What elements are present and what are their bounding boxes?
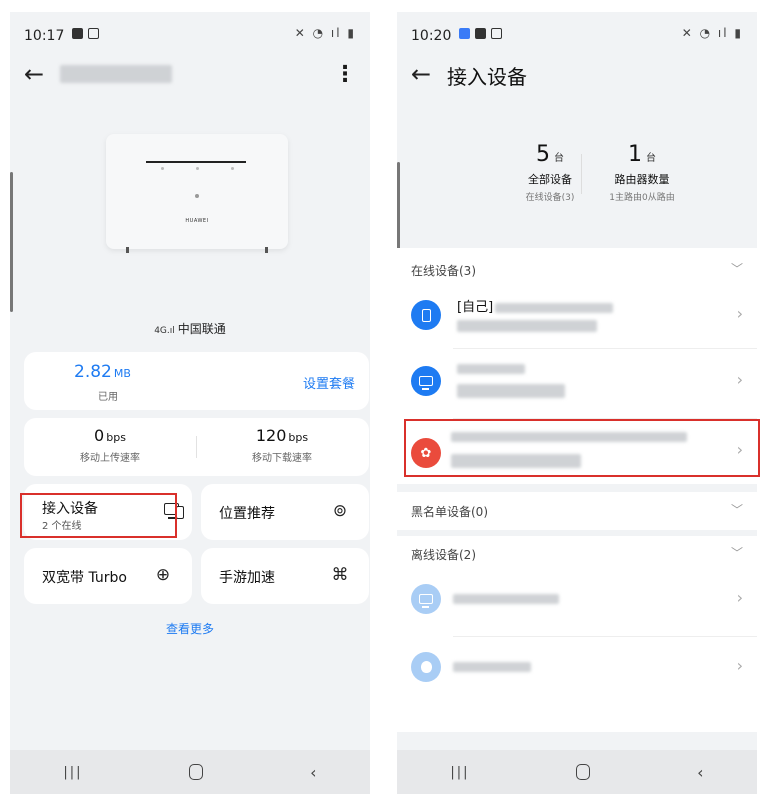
- app-notification-icon: [459, 28, 470, 39]
- router-count-stat[interactable]: 1台 路由器数量 1主路由0从路由: [587, 142, 697, 203]
- chevron-right-icon[interactable]: ›: [737, 656, 743, 675]
- router-brand: HUAWEI: [185, 218, 209, 224]
- monitor-device-icon: [411, 366, 441, 396]
- router-name-blurred: [60, 61, 172, 88]
- game-acceleration-tile[interactable]: 手游加速 ⌘: [201, 548, 369, 604]
- monitor-device-icon: [411, 584, 441, 614]
- speed-card: 0 bps 移动上传速率 120 bps 移动下载速率: [24, 418, 369, 476]
- location-recommend-tile[interactable]: 位置推荐 ⊚: [201, 484, 369, 540]
- turbo-icon: ⊕: [155, 565, 171, 585]
- signal-4g-icon: 4G.ıl: [154, 326, 175, 336]
- status-bar: 10:20 ✕ ◔ ıl ▮: [397, 12, 757, 52]
- router-image: HUAWEI: [106, 134, 288, 253]
- gallery-notification-icon: [491, 28, 502, 39]
- chevron-down-icon[interactable]: ﹀: [731, 544, 743, 561]
- device-detail-blurred: [457, 320, 597, 332]
- device-stats: 5台 全部设备 在线设备(3) 1台 路由器数量 1主路由0从路由: [397, 102, 757, 240]
- highlight-box: [20, 493, 177, 538]
- more-options-icon[interactable]: ⋮: [334, 62, 356, 87]
- check-notification-icon: [475, 28, 486, 39]
- system-status-icons: ✕ ◔ ıl ▮: [681, 26, 743, 40]
- chevron-right-icon[interactable]: ›: [737, 304, 743, 323]
- gallery-notification-icon: [88, 28, 99, 39]
- back-arrow-icon[interactable]: ←: [411, 60, 431, 88]
- view-more-link[interactable]: 查看更多: [10, 620, 370, 637]
- set-plan-link[interactable]: 设置套餐: [303, 373, 355, 392]
- system-status-icons: ✕ ◔ ıl ▮: [294, 26, 356, 40]
- home-button[interactable]: [576, 764, 591, 780]
- blacklist-header: 黑名单设备(0): [411, 505, 488, 519]
- apple-device-icon: [411, 652, 441, 682]
- device-detail-blurred: [457, 384, 565, 398]
- status-time: 10:20: [411, 28, 452, 44]
- device-name-blurred: [453, 594, 559, 604]
- data-usage-card[interactable]: 2.82 MB 已用 设置套餐: [24, 352, 369, 410]
- app-bar: ← ⋮: [10, 56, 370, 96]
- phone-device-icon: [411, 300, 441, 330]
- chevron-right-icon[interactable]: ›: [737, 370, 743, 389]
- back-button[interactable]: ‹: [310, 763, 316, 782]
- back-button[interactable]: ‹: [697, 763, 703, 782]
- upload-speed: 0 bps 移动上传速率: [80, 426, 140, 464]
- device-name-blurred: [457, 364, 525, 374]
- app-bar: ← 接入设备: [397, 56, 757, 96]
- notification-icons: [459, 28, 502, 39]
- carrier-name: 中国联通: [177, 322, 226, 336]
- carrier-info: 4G.ıl 中国联通: [10, 320, 370, 337]
- check-notification-icon: [72, 28, 83, 39]
- self-tag: [自己]: [457, 300, 494, 315]
- back-arrow-icon[interactable]: ←: [24, 60, 44, 88]
- recents-button[interactable]: |||: [63, 765, 82, 780]
- dual-broadband-turbo-tile[interactable]: 双宽带 Turbo ⊕: [24, 548, 192, 604]
- phone-screen-router-home: 10:17 ✕ ◔ ıl ▮ ← ⋮ HUAWEI 4G.ıl 中国联通 2.82…: [10, 12, 370, 794]
- chevron-down-icon[interactable]: ﹀: [731, 501, 743, 518]
- device-name-blurred: [453, 662, 531, 672]
- usage-value: 2.82 MB: [74, 362, 131, 382]
- highlight-box: [404, 419, 760, 477]
- side-edge-handle[interactable]: [10, 172, 13, 312]
- phone-screen-connected-devices: 10:20 ✕ ◔ ıl ▮ ← 接入设备 5台 全部设备 在线设备(3) 1台…: [397, 12, 757, 794]
- recents-button[interactable]: |||: [450, 765, 469, 780]
- usage-label: 已用: [98, 392, 118, 403]
- location-recommend-icon: ⊚: [332, 501, 348, 521]
- blacklist-section[interactable]: 黑名单设备(0) ﹀: [397, 492, 757, 530]
- page-title: 接入设备: [447, 65, 527, 89]
- download-speed: 120 bps 移动下载速率: [252, 426, 312, 464]
- chevron-down-icon[interactable]: ﹀: [731, 260, 743, 277]
- nav-bar: ||| ‹: [397, 750, 757, 794]
- nav-bar: ||| ‹: [10, 750, 370, 794]
- gamepad-icon: ⌘: [331, 565, 349, 585]
- status-bar: 10:17 ✕ ◔ ıl ▮: [10, 12, 370, 52]
- offline-devices-header[interactable]: 离线设备(2): [411, 546, 476, 563]
- chevron-right-icon[interactable]: ›: [737, 588, 743, 607]
- status-time: 10:17: [24, 28, 65, 44]
- notification-icons: [72, 28, 99, 39]
- online-devices-header[interactable]: 在线设备(3): [411, 262, 476, 279]
- home-button[interactable]: [189, 764, 204, 780]
- offline-devices-section: 离线设备(2) ﹀ › ›: [397, 536, 757, 732]
